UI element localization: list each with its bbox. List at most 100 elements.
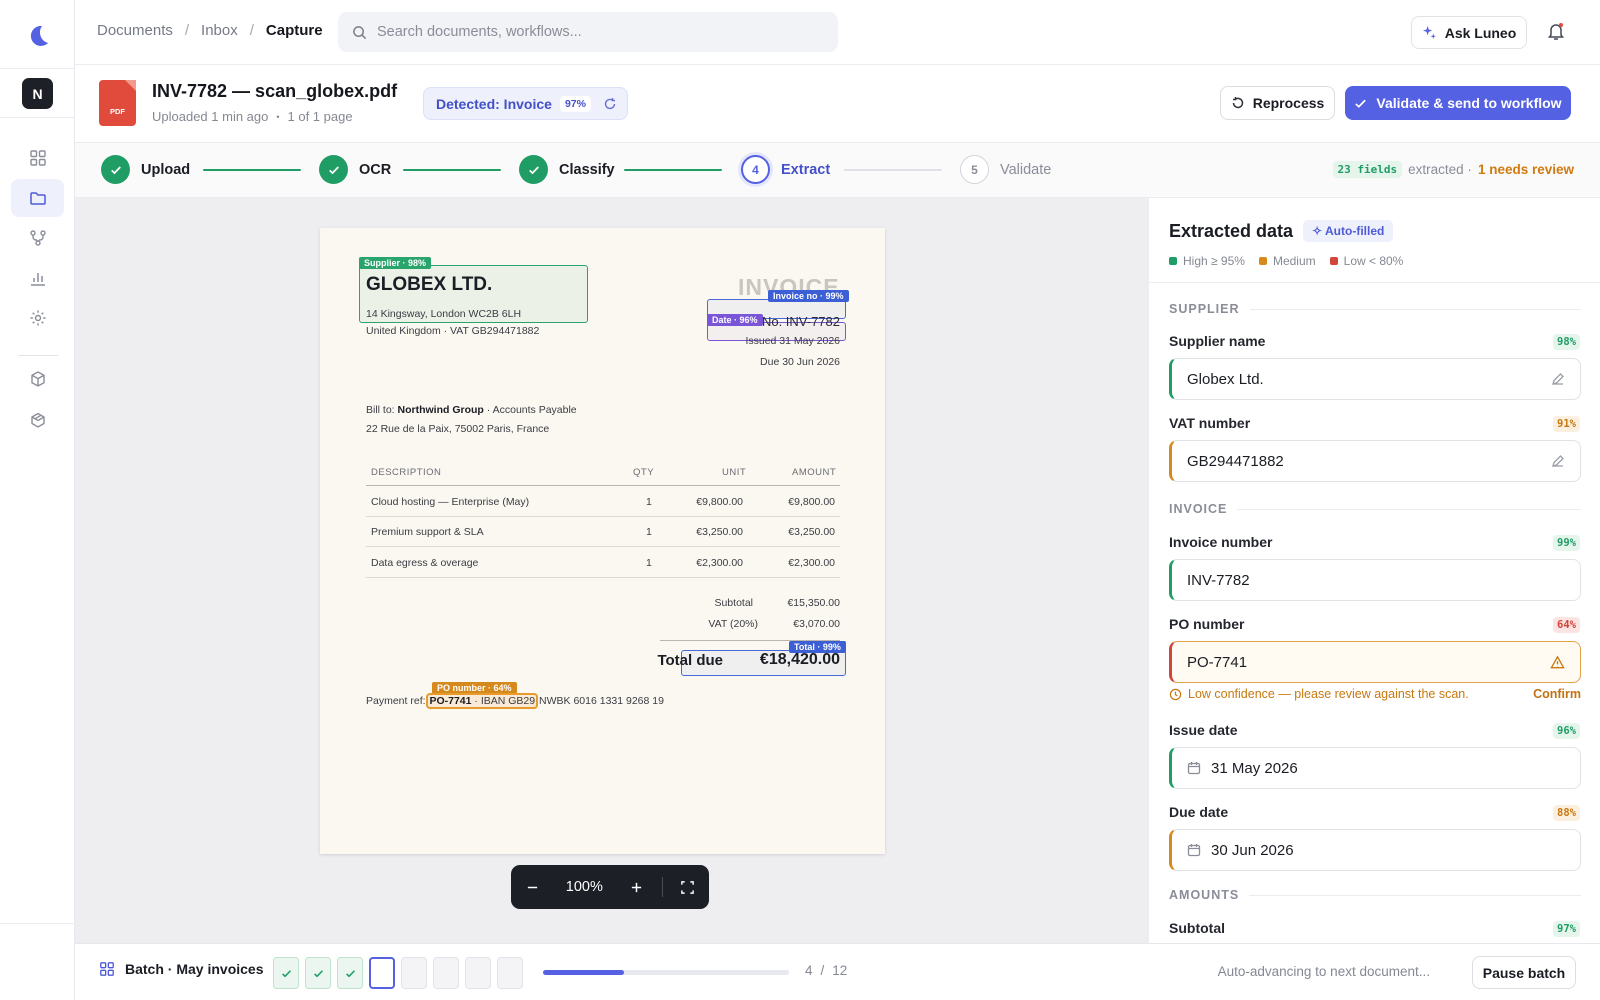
invoice-number-field[interactable]: INV-7782 xyxy=(1169,559,1581,601)
bill-to: Bill to: Northwind Group · Accounts Paya… xyxy=(366,404,577,416)
extracted-text: extracted · xyxy=(1408,162,1472,177)
detected-type-badge[interactable]: Detected: Invoice 97% xyxy=(423,87,628,120)
step-connector xyxy=(203,169,301,171)
pause-batch-button[interactable]: Pause batch xyxy=(1472,956,1576,989)
col-description: DESCRIPTION xyxy=(371,467,442,478)
pipeline-stepper: Upload OCR Classify 4 Extract 5 Validate… xyxy=(75,143,1600,198)
calendar-icon xyxy=(1187,762,1201,775)
supplier-name-field[interactable]: Globex Ltd. xyxy=(1169,358,1581,400)
field-label: Supplier name xyxy=(1169,333,1266,349)
step-extract[interactable]: 4 Extract xyxy=(741,155,830,184)
workflow-icon[interactable] xyxy=(11,219,64,257)
batch-counter: 4 / 12 xyxy=(805,963,847,978)
validate-send-label: Validate & send to workflow xyxy=(1376,95,1562,111)
confidence-badge: 88% xyxy=(1553,805,1580,821)
col-qty: QTY xyxy=(633,467,655,478)
po-highlight[interactable]: PO-7741 · IBAN GB29 xyxy=(426,693,539,709)
supplier-tag: Supplier · 98% xyxy=(359,257,432,269)
workspace-switcher[interactable]: N xyxy=(0,68,75,118)
breadcrumb-documents[interactable]: Documents xyxy=(97,22,173,39)
step-connector xyxy=(844,169,942,171)
moon-logo-icon[interactable] xyxy=(24,22,52,50)
panel-divider xyxy=(1149,282,1600,283)
check-icon xyxy=(281,969,291,977)
batch-doc-thumb[interactable] xyxy=(305,957,331,989)
validate-send-button[interactable]: Validate & send to workflow xyxy=(1345,86,1571,120)
subtotal-label: Subtotal xyxy=(714,597,753,609)
payment-iban-rest: NWBK 6016 1331 9268 19 xyxy=(539,695,664,707)
row-desc: Cloud hosting — Enterprise (May) xyxy=(371,496,530,508)
batch-doc-thumb[interactable] xyxy=(497,957,523,989)
cube-icon[interactable] xyxy=(11,360,64,398)
check-icon xyxy=(101,155,130,184)
reprocess-label: Reprocess xyxy=(1252,95,1325,111)
folder-icon[interactable] xyxy=(11,179,64,217)
legend-high: High ≥ 95% xyxy=(1169,254,1245,268)
zoom-in-icon[interactable] xyxy=(615,881,657,894)
payment-po: PO-7741 xyxy=(429,695,472,707)
check-icon xyxy=(1355,99,1367,108)
date-tag: Date · 96% xyxy=(707,314,763,326)
settings-icon[interactable] xyxy=(11,299,64,337)
batch-doc-thumb[interactable] xyxy=(337,957,363,989)
step-ocr[interactable]: OCR xyxy=(319,155,391,184)
row-amount: €2,300.00 xyxy=(788,557,835,569)
step-number: 5 xyxy=(960,155,989,184)
breadcrumb-inbox[interactable]: Inbox xyxy=(201,22,238,39)
legend-low: Low < 80% xyxy=(1329,254,1403,268)
legend-label: Medium xyxy=(1272,254,1316,268)
edit-pencil-icon[interactable] xyxy=(1551,454,1565,468)
row-amount: €9,800.00 xyxy=(788,496,835,508)
row-qty: 1 xyxy=(646,496,652,508)
needs-review-link[interactable]: 1 needs review xyxy=(1478,162,1574,177)
step-upload[interactable]: Upload xyxy=(101,155,190,184)
row-unit: €2,300.00 xyxy=(696,557,743,569)
batch-current: 4 xyxy=(805,963,813,978)
search-bar[interactable] xyxy=(338,12,838,52)
batch-label: Batch · May invoices xyxy=(125,961,264,977)
table-row-rule xyxy=(366,577,840,578)
issue-date-field[interactable]: 31 May 2026 xyxy=(1169,747,1581,789)
breadcrumb-current: Capture xyxy=(265,22,323,39)
step-validate[interactable]: 5 Validate xyxy=(960,155,1051,184)
reprocess-icon xyxy=(1232,97,1243,109)
total-due-value: €18,420.00 xyxy=(759,651,840,668)
subtotal-value: €15,350.00 xyxy=(787,597,840,609)
due-date-field[interactable]: 30 Jun 2026 xyxy=(1169,829,1581,871)
batch-doc-thumb[interactable] xyxy=(273,957,299,989)
analytics-icon[interactable] xyxy=(11,259,64,297)
ask-luneo-button[interactable]: Ask Luneo xyxy=(1411,16,1527,49)
step-label: Upload xyxy=(141,161,191,178)
reprocess-button[interactable]: Reprocess xyxy=(1220,86,1335,120)
batch-doc-thumb[interactable] xyxy=(433,957,459,989)
zoom-out-icon[interactable] xyxy=(511,881,553,894)
rail-bottom-divider xyxy=(0,923,75,924)
step-number: 4 xyxy=(741,155,770,184)
batch-doc-thumb[interactable] xyxy=(401,957,427,989)
legend-label: High ≥ 95% xyxy=(1183,254,1245,268)
confirm-link[interactable]: Confirm xyxy=(1533,687,1581,701)
confidence-badge: 64% xyxy=(1553,617,1580,633)
batch-doc-thumb-current[interactable] xyxy=(369,957,395,989)
row-qty: 1 xyxy=(646,526,652,538)
fullscreen-icon[interactable] xyxy=(667,880,709,895)
workspace-avatar[interactable]: N xyxy=(22,78,53,109)
breadcrumb-separator: / xyxy=(184,22,190,39)
check-icon xyxy=(313,969,323,977)
payment-iban-highlight: · IBAN GB29 xyxy=(474,695,536,707)
step-connector xyxy=(624,169,722,171)
search-input[interactable] xyxy=(377,24,817,40)
refresh-icon[interactable] xyxy=(603,97,617,111)
vat-number-field[interactable]: GB294471882 xyxy=(1169,440,1581,482)
edit-pencil-icon[interactable] xyxy=(1551,372,1565,386)
confidence-badge: 99% xyxy=(1553,535,1580,551)
archive-box-icon[interactable] xyxy=(11,401,64,439)
check-icon xyxy=(345,969,355,977)
field-label: Subtotal xyxy=(1169,920,1225,936)
step-classify[interactable]: Classify xyxy=(519,155,615,184)
dashboard-icon[interactable] xyxy=(11,139,64,177)
po-number-field[interactable]: PO-7741 xyxy=(1169,641,1581,683)
low-confidence-warning: Low confidence — please review against t… xyxy=(1169,687,1581,701)
batch-doc-thumb[interactable] xyxy=(465,957,491,989)
notification-bell-icon[interactable] xyxy=(1545,20,1567,42)
